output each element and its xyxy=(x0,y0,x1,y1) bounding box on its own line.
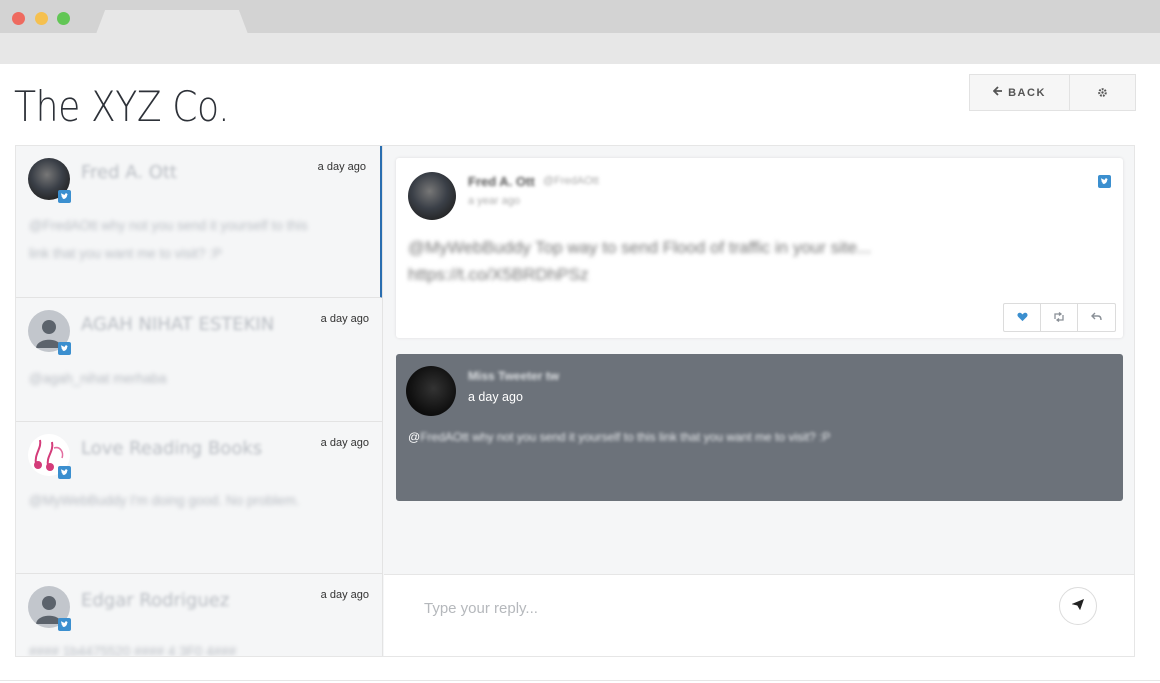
conversation-name: Edgar Rodriguez xyxy=(81,590,230,611)
reply-text-body: FredAOtt why not you send it yourself to… xyxy=(420,430,831,444)
conversation-item[interactable]: AGAH NIHAT ESTEKIN a day ago @agah_nihat… xyxy=(16,298,382,422)
reply-text-prefix: @ xyxy=(408,430,421,444)
conversation-name: Fred A. Ott xyxy=(81,162,177,183)
conversation-snippet: @MyWebBuddy I'm doing good. No problem. xyxy=(29,493,300,508)
reply-text: @FredAOtt why not you send it yourself t… xyxy=(408,430,830,444)
conversation-list: Fred A. Ott a day ago @FredAOtt why not … xyxy=(16,146,383,656)
settings-button[interactable] xyxy=(1070,75,1135,110)
conversation-snippet: #### 1b4475520 #### 4 3F0 4### xyxy=(29,644,237,656)
inbox-panel: Fred A. Ott a day ago @FredAOtt why not … xyxy=(15,145,1135,657)
conversation-item[interactable]: Fred A. Ott a day ago @FredAOtt why not … xyxy=(16,146,382,298)
conversation-detail: Fred A. Ott @FredAOtt a year ago @MyWebB… xyxy=(384,146,1134,656)
paper-plane-icon xyxy=(1071,597,1085,615)
conversation-time: a day ago xyxy=(320,313,369,325)
conversation-time: a day ago xyxy=(320,589,369,601)
reply-composer xyxy=(384,574,1134,656)
twitter-icon xyxy=(58,190,71,203)
top-toolbar: BACK xyxy=(969,74,1136,111)
back-button[interactable]: BACK xyxy=(970,75,1070,110)
browser-chrome xyxy=(0,0,1160,64)
tweet-avatar xyxy=(408,172,456,220)
retweet-icon xyxy=(1053,309,1065,327)
twitter-icon xyxy=(58,342,71,355)
back-button-label: BACK xyxy=(1008,86,1046,99)
twitter-icon[interactable] xyxy=(1098,175,1111,188)
reply-avatar xyxy=(406,366,456,416)
conversation-time: a day ago xyxy=(317,161,366,173)
divider xyxy=(0,680,1160,681)
gear-icon xyxy=(1097,85,1108,101)
reply-author-name: Miss Tweeter tw xyxy=(468,369,560,383)
conversation-item[interactable]: Love Reading Books a day ago @MyWebBuddy… xyxy=(16,422,382,574)
twitter-icon xyxy=(58,618,71,631)
reply-button[interactable] xyxy=(1078,304,1115,331)
send-button[interactable] xyxy=(1059,587,1097,625)
twitter-icon xyxy=(58,466,71,479)
retweet-button[interactable] xyxy=(1041,304,1078,331)
window-minimize-button[interactable] xyxy=(35,12,48,25)
tweet-author-handle: @FredAOtt xyxy=(543,175,599,187)
like-button[interactable] xyxy=(1004,304,1041,331)
conversation-snippet: @FredAOtt why not you send it yourself t… xyxy=(29,218,308,261)
conversation-time: a day ago xyxy=(320,437,369,449)
heart-icon xyxy=(1016,309,1028,327)
browser-tab[interactable] xyxy=(96,10,248,34)
tweet-author-name: Fred A. Ott xyxy=(468,174,535,189)
window-close-button[interactable] xyxy=(12,12,25,25)
conversation-name: Love Reading Books xyxy=(81,438,263,459)
reply-arrow-icon xyxy=(1091,309,1102,327)
tweet-date: a year ago xyxy=(468,195,520,207)
conversation-item[interactable]: Edgar Rodriguez a day ago #### 1b4475520… xyxy=(16,574,382,656)
reply-input[interactable] xyxy=(424,595,1024,621)
arrow-left-icon xyxy=(992,86,1003,99)
reply-message: Miss Tweeter tw a day ago @FredAOtt why … xyxy=(396,354,1123,501)
reply-date: a day ago xyxy=(468,390,523,404)
tweet-text: @MyWebBuddy Top way to send Flood of tra… xyxy=(408,238,872,284)
tweet-actions xyxy=(1003,303,1116,332)
window-maximize-button[interactable] xyxy=(57,12,70,25)
conversation-snippet: @agah_nihat merhaba xyxy=(29,371,167,386)
brand-title: The XYZ Co. xyxy=(14,82,230,131)
tweet-card: Fred A. Ott @FredAOtt a year ago @MyWebB… xyxy=(396,158,1123,338)
app-page: The XYZ Co. BACK Fred A. Ott a day ago @… xyxy=(0,64,1160,683)
conversation-name: AGAH NIHAT ESTEKIN xyxy=(81,314,275,335)
